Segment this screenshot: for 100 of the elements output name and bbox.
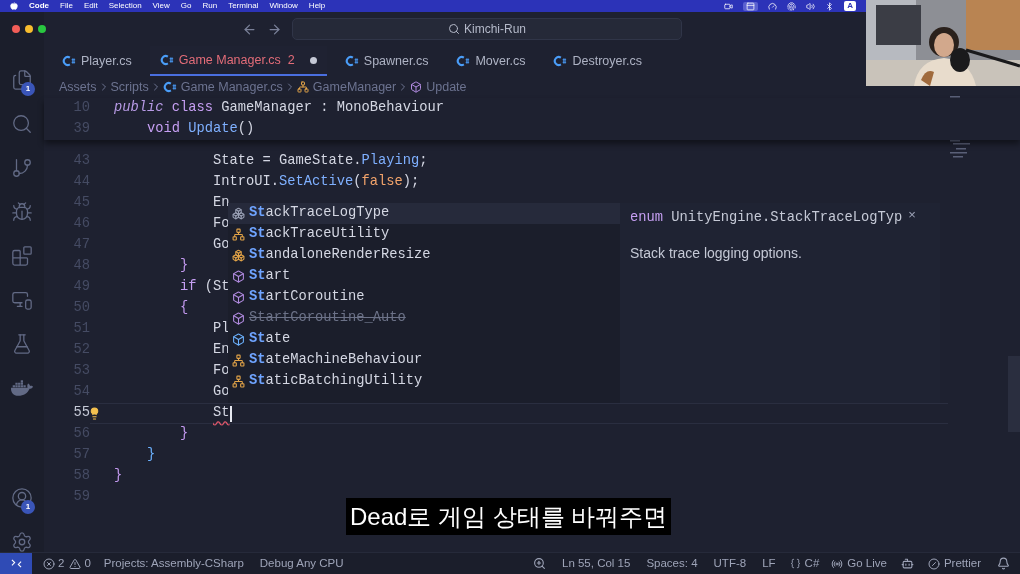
- video-camera-icon[interactable]: [724, 1, 734, 11]
- code-token: (: [353, 173, 362, 192]
- suggestion-item[interactable]: Start: [228, 266, 620, 287]
- activity-bar-item[interactable]: 1: [0, 58, 44, 102]
- suggestion-item[interactable]: StartCoroutine_Auto: [228, 308, 620, 329]
- code-token: }: [114, 467, 123, 486]
- bluetooth-icon[interactable]: [825, 1, 835, 11]
- bot-icon[interactable]: [900, 557, 914, 570]
- language-status[interactable]: C#: [783, 554, 826, 573]
- whale-icon: [11, 377, 33, 399]
- status-item[interactable]: Projects: Assembly-CSharp: [95, 554, 252, 573]
- code-token: En: [212, 341, 230, 360]
- status-item[interactable]: UTF-8: [705, 554, 755, 573]
- badge: 1: [21, 500, 35, 514]
- search-icon: [448, 23, 460, 35]
- suggestion-item[interactable]: StandaloneRenderResize: [228, 245, 620, 266]
- code-token: }: [179, 257, 189, 276]
- editor-tab[interactable]: Mover.cs: [446, 46, 536, 76]
- code-token: (): [237, 120, 255, 139]
- minimize-window-button[interactable]: [25, 25, 33, 33]
- menu-item[interactable]: Edit: [83, 0, 98, 12]
- suggestion-label: StartCoroutine_Auto: [249, 309, 406, 328]
- suggestion-item[interactable]: StackTraceUtility: [228, 224, 620, 245]
- code-token: IntroUI.: [212, 173, 280, 192]
- menu-item[interactable]: Help: [308, 0, 326, 12]
- code-token: Go: [212, 383, 230, 402]
- files-icon: [11, 69, 33, 91]
- csharp-file-icon: [344, 54, 359, 68]
- class-icon: [232, 354, 245, 367]
- menu-item[interactable]: Selection: [108, 0, 142, 12]
- flask-icon: [11, 333, 33, 355]
- code-token: }: [146, 446, 156, 465]
- enum-icon: [232, 207, 245, 220]
- cube-icon: [232, 333, 245, 346]
- code-token: Update: [187, 120, 238, 139]
- text-cursor: [229, 405, 232, 422]
- code-token: Playing: [361, 152, 420, 171]
- status-item[interactable]: LF: [754, 554, 784, 573]
- menu-item[interactable]: Run: [202, 0, 218, 12]
- code-token: (St: [203, 278, 230, 297]
- suggestion-item[interactable]: StateMachineBehaviour: [228, 350, 620, 371]
- csharp-file-icon: [553, 54, 568, 68]
- menu-item[interactable]: File: [60, 0, 73, 12]
- bell-icon[interactable]: [997, 557, 1010, 570]
- gauge-icon[interactable]: [768, 1, 778, 11]
- code-token: }: [179, 425, 189, 444]
- fingerprint-icon[interactable]: [787, 1, 797, 11]
- menu-item[interactable]: View: [152, 0, 170, 12]
- code-token: En: [212, 194, 230, 213]
- menu-item[interactable]: Terminal: [228, 0, 259, 12]
- suggestion-label: StackTraceUtility: [249, 225, 390, 244]
- status-item[interactable]: Ln 55, Col 15: [554, 554, 639, 573]
- tab-label: Destroyer.cs: [572, 52, 642, 70]
- tab-label: Player.cs: [81, 52, 132, 70]
- csharp-file-icon: [62, 54, 76, 68]
- app-menu[interactable]: Code: [29, 0, 49, 12]
- doc-text: Stack trace logging options.: [630, 243, 803, 263]
- code-token: State = GameState.: [212, 152, 362, 171]
- suggestion-label: StateMachineBehaviour: [249, 351, 423, 370]
- code-token: Fo: [212, 215, 230, 234]
- input-source[interactable]: A: [844, 1, 856, 11]
- prettier-status[interactable]: Prettier: [921, 554, 987, 573]
- suggestion-item[interactable]: StartCoroutine: [228, 287, 620, 308]
- menu-item[interactable]: Go: [180, 0, 192, 12]
- monitor-icon: [11, 289, 33, 311]
- status-item[interactable]: Spaces: 4: [638, 554, 706, 573]
- code-token: ;: [419, 152, 428, 171]
- close-window-button[interactable]: [12, 25, 20, 33]
- error-icon: [43, 557, 55, 570]
- signature: enum UnityEngine.StackTraceLogTyp: [630, 209, 903, 227]
- maximize-window-button[interactable]: [38, 25, 46, 33]
- menu-item[interactable]: Window: [269, 0, 298, 12]
- editor-tab[interactable]: Player.cs: [52, 46, 142, 76]
- status-item[interactable]: Debug Any CPU: [251, 554, 352, 573]
- suggestion-item[interactable]: State: [228, 329, 620, 350]
- suggestion-label: StandaloneRenderResize: [249, 246, 431, 265]
- editor-tab[interactable]: Spawner.cs: [334, 46, 439, 76]
- suggestion-label: Start: [249, 267, 291, 286]
- command-center-search[interactable]: Kimchi-Run: [292, 18, 682, 40]
- tab-label: Spawner.cs: [363, 52, 429, 70]
- volume-icon[interactable]: [806, 1, 816, 11]
- code-token: public: [114, 99, 164, 118]
- broadcast-icon: [831, 557, 844, 570]
- lightbulb-icon[interactable]: [88, 407, 101, 420]
- display-status[interactable]: [743, 1, 759, 11]
- suggestion-item[interactable]: StaticBatchingUtility: [228, 371, 620, 392]
- cube-icon: [410, 81, 423, 93]
- remote-button[interactable]: [0, 553, 32, 574]
- suggestion-item[interactable]: StackTraceLogType: [228, 203, 620, 224]
- suggestion-label: State: [249, 330, 291, 349]
- circle-slash-icon: [927, 557, 940, 570]
- problems-status[interactable]: 2 0: [38, 554, 96, 573]
- activity-bar-item[interactable]: 1: [0, 476, 44, 520]
- problem-count: 2: [287, 51, 295, 69]
- go-live-button[interactable]: Go Live: [825, 554, 893, 573]
- close-button[interactable]: ×: [908, 208, 916, 222]
- editor-tab[interactable]: Destroyer.cs: [543, 46, 652, 76]
- cube-icon: [232, 291, 245, 304]
- code-token: {: [179, 299, 189, 318]
- zoom-icon[interactable]: [533, 557, 546, 570]
